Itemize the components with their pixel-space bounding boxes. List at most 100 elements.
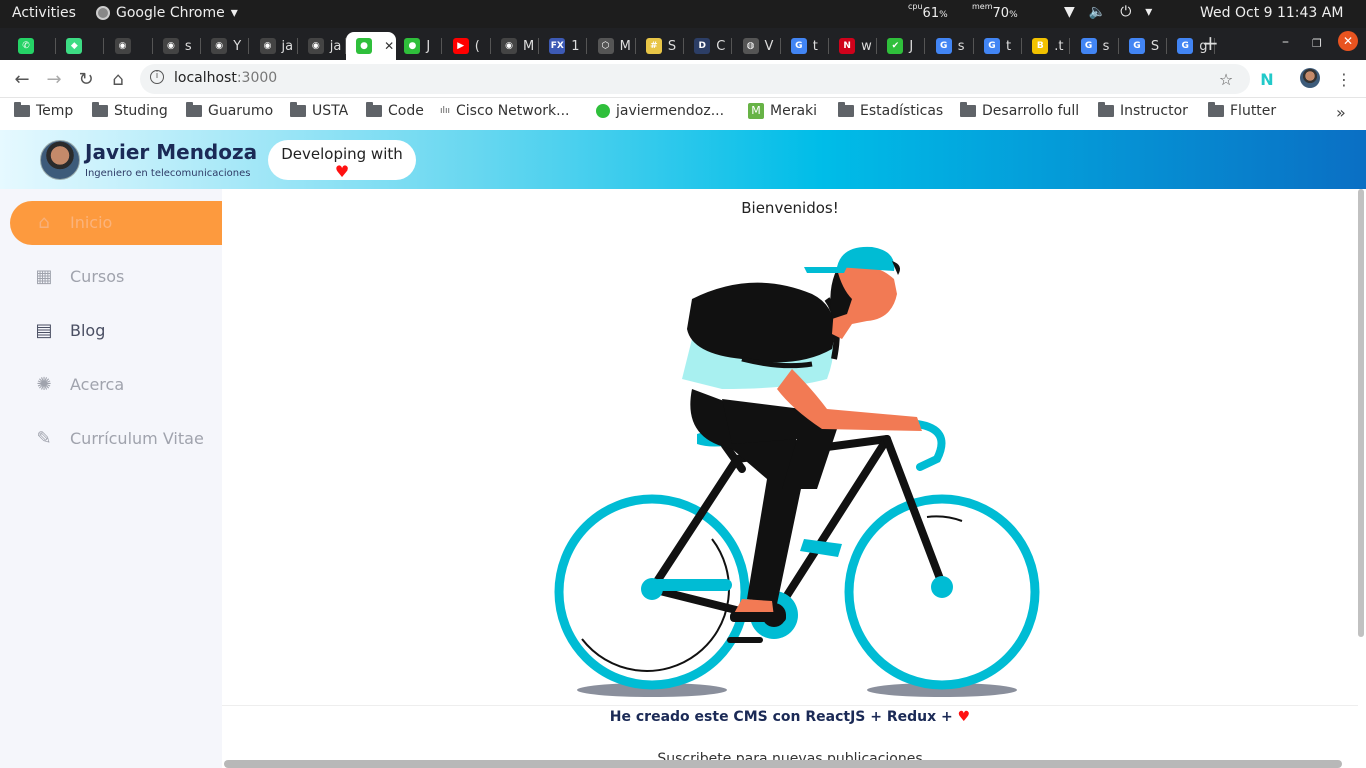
menu-kebab-icon[interactable]: ⋮ — [1332, 67, 1356, 91]
close-window-button[interactable]: ✕ — [1338, 31, 1358, 51]
tab-1[interactable]: ◆ — [56, 32, 105, 60]
main-content: Bienvenidos! He creado este CMS con Reac… — [222, 189, 1358, 768]
back-icon[interactable]: ← — [10, 67, 34, 91]
tab-10[interactable]: ◉ M — [491, 32, 539, 60]
cv-icon: ✎ — [36, 428, 52, 449]
scrollbar-thumb[interactable] — [1358, 189, 1364, 637]
tab-17[interactable]: Nw — [829, 32, 878, 60]
bookmark-label: USTA — [312, 103, 349, 119]
bookmark-0[interactable]: Temp — [14, 102, 73, 119]
app-menu[interactable]: Google Chrome ▾ — [96, 5, 238, 21]
scrollbar-thumb[interactable] — [224, 760, 1342, 768]
tab-18[interactable]: ✔ J — [877, 32, 926, 60]
sidebar-item-label: Currículum Vitae — [70, 429, 204, 448]
home-icon[interactable]: ⌂ — [106, 67, 130, 91]
tab-20[interactable]: Gt — [974, 32, 1022, 60]
tab-5[interactable]: ◉ ja — [250, 32, 298, 60]
horizontal-scrollbar[interactable] — [222, 760, 1358, 768]
bookmark-6[interactable]: javiermendoz... — [596, 103, 724, 119]
clock[interactable]: Wed Oct 9 11:43 AM — [1200, 5, 1343, 21]
bookmark-2[interactable]: Guarumo — [186, 102, 273, 119]
mem-indicator: mem70% — [972, 2, 1018, 21]
close-tab-icon[interactable]: ✕ — [384, 39, 394, 53]
url-text[interactable]: localhost:3000 — [174, 70, 277, 86]
bookmark-5[interactable]: ılıı Cisco Network... — [440, 103, 570, 119]
tab-6[interactable]: ◉ ja — [298, 32, 346, 60]
github-icon: ◉ — [501, 38, 517, 54]
tab-9[interactable]: ▶( — [443, 32, 491, 60]
tab-22[interactable]: Gs — [1071, 32, 1119, 60]
sidebar-item-inicio[interactable]: ⌂ Inicio — [10, 201, 222, 245]
system-tray[interactable]: ▼ 🔈 ⏻ ▾ — [1064, 4, 1152, 20]
power-icon[interactable]: ⏻ — [1120, 4, 1131, 20]
tab-12[interactable]: ⬡ M — [588, 32, 636, 60]
bookmark-7[interactable]: M Meraki — [748, 103, 817, 119]
site-header: Javier Mendoza Ingeniero en telecomunica… — [0, 130, 1366, 189]
vertical-scrollbar[interactable] — [1358, 189, 1366, 768]
green-check-icon: ✔ — [887, 38, 904, 54]
tab-label: t — [812, 38, 818, 54]
tab-16[interactable]: Gt — [781, 32, 829, 60]
tab-23[interactable]: GS — [1119, 32, 1167, 60]
sidebar-item-blog[interactable]: ▤ Blog — [10, 309, 222, 353]
circle-icon: ⬡ — [597, 38, 614, 54]
chevron-down-icon: ▾ — [230, 5, 238, 21]
bookmark-9[interactable]: Desarrollo full — [960, 102, 1079, 119]
tab-label: V — [764, 38, 774, 54]
tab-3[interactable]: ◉ s — [153, 32, 201, 60]
new-tab-button[interactable]: + — [1202, 31, 1219, 55]
github-icon: ◉ — [162, 38, 179, 54]
system-top-bar: Activities Google Chrome ▾ cpu61% mem70%… — [0, 0, 1366, 28]
tab-13[interactable]: # S — [636, 32, 684, 60]
activities-button[interactable]: Activities — [12, 5, 76, 21]
sidebar-item-cursos[interactable]: ▦ Cursos — [10, 255, 222, 299]
bookmark-8[interactable]: Estadísticas — [838, 102, 943, 119]
tab-label: s — [957, 38, 965, 54]
bookmark-star-icon[interactable]: ☆ — [1214, 67, 1238, 91]
bookmark-11[interactable]: Flutter — [1208, 102, 1276, 119]
bookmark-label: Instructor — [1120, 103, 1188, 119]
sidebar-item-acerca[interactable]: ✺ Acerca — [10, 363, 222, 407]
forward-icon[interactable]: → — [42, 67, 66, 91]
bookmark-1[interactable]: Studing — [92, 102, 168, 119]
author-title: Ingeniero en telecomunicaciones — [85, 168, 251, 179]
tab-label: ( — [474, 38, 480, 54]
meraki-icon: M — [748, 103, 764, 119]
tab-label: w — [861, 38, 872, 54]
tab-11[interactable]: FX 1 — [539, 32, 588, 60]
minimize-button[interactable]: – — [1282, 34, 1289, 50]
tab-label: J — [909, 38, 914, 54]
volume-icon[interactable]: 🔈 — [1089, 4, 1106, 20]
badge-text: Developing with — [281, 145, 403, 163]
more-bookmarks-icon[interactable]: » — [1336, 103, 1346, 122]
youtube-icon: ▶ — [452, 38, 469, 54]
tab-7[interactable]: ● ✕ — [346, 32, 397, 60]
whatsapp-icon: ✆ — [18, 38, 34, 54]
cpu-indicator: cpu61% — [908, 2, 948, 21]
tab-21[interactable]: B .t — [1022, 32, 1071, 60]
tab-label: ja — [329, 38, 342, 54]
reload-icon[interactable]: ↻ — [74, 67, 98, 91]
cisco-icon: ılıı — [440, 106, 451, 116]
bookmark-3[interactable]: USTA — [290, 102, 349, 119]
tab-2[interactable]: ◉ — [105, 32, 153, 60]
chevron-down-icon[interactable]: ▾ — [1145, 4, 1152, 20]
sidebar-item-curriculum[interactable]: ✎ Currículum Vitae — [10, 417, 222, 461]
maximize-button[interactable]: ❐ — [1312, 37, 1322, 50]
bookmark-4[interactable]: Code — [366, 102, 424, 119]
bookmark-label: Cisco Network... — [456, 103, 570, 119]
tab-14[interactable]: DC — [684, 32, 733, 60]
tab-15[interactable]: ◍ V — [733, 32, 781, 60]
extension-icon[interactable]: N — [1255, 67, 1279, 91]
globe-icon: ◍ — [742, 38, 759, 54]
tab-19[interactable]: Gs — [926, 32, 974, 60]
profile-avatar[interactable] — [1300, 68, 1320, 88]
address-bar[interactable]: i localhost:3000 — [140, 64, 1250, 94]
bookmark-10[interactable]: Instructor — [1098, 102, 1188, 119]
site-info-icon[interactable]: i — [150, 70, 164, 84]
tab-8[interactable]: ● J — [394, 32, 443, 60]
tab-0[interactable]: ✆ — [8, 32, 56, 60]
tab-4[interactable]: ◉ Y — [201, 32, 250, 60]
author-name[interactable]: Javier Mendoza — [85, 140, 257, 164]
wifi-icon[interactable]: ▼ — [1064, 4, 1075, 20]
